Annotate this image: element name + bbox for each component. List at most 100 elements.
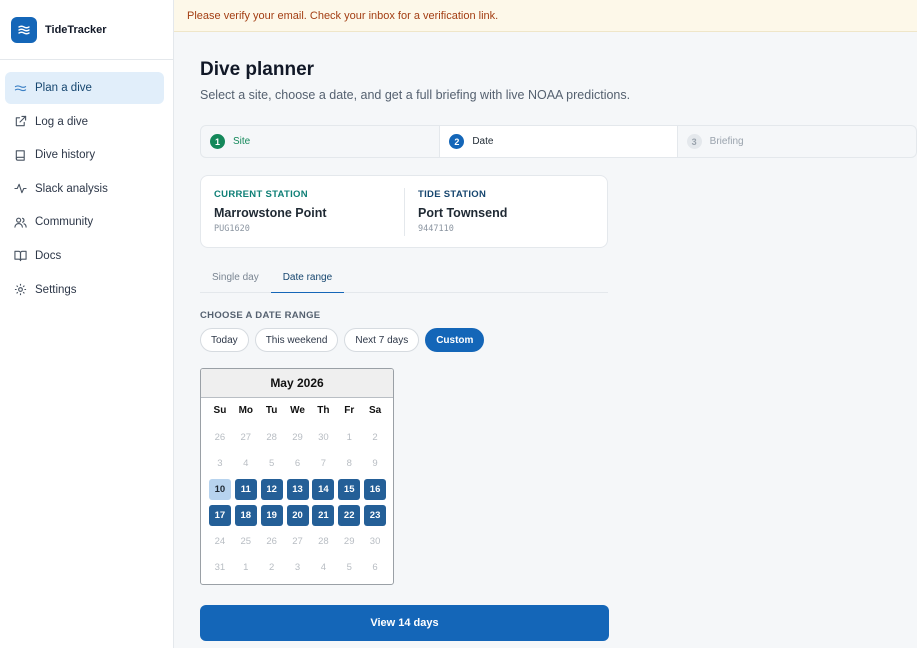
calendar-day[interactable]: 15 — [336, 476, 362, 502]
calendar-day[interactable]: 20 — [285, 502, 311, 528]
calendar-day-number: 23 — [364, 504, 387, 526]
calendar-day: 29 — [285, 424, 311, 450]
sidebar-item-label: Docs — [35, 249, 62, 262]
tab-single-day[interactable]: Single day — [200, 268, 271, 293]
step-label: Date — [472, 136, 494, 147]
calendar-day[interactable]: 18 — [233, 502, 259, 528]
calendar-day-number: 2 — [268, 561, 275, 573]
users-icon — [13, 215, 27, 229]
calendar-day-number: 5 — [268, 457, 275, 469]
weekday-label: Th — [317, 405, 330, 416]
calendar-day: 2 — [259, 554, 285, 580]
calendar-day: 25 — [233, 528, 259, 554]
calendar-week-row: 17 18 19 20 21 22 23 — [207, 502, 388, 528]
date-mode-tabs: Single day Date range — [200, 268, 608, 293]
preset-custom-button[interactable]: Custom — [425, 328, 485, 352]
calendar-day-number: 31 — [214, 561, 226, 573]
current-station-code: PUG1620 — [214, 224, 250, 234]
page-subtitle: Select a site, choose a date, and get a … — [200, 88, 631, 102]
calendar-day[interactable]: 12 — [259, 476, 285, 502]
calendar-day[interactable]: 23 — [362, 502, 388, 528]
sidebar-item-settings[interactable]: Settings — [5, 274, 164, 306]
calendar-day: 31 — [207, 554, 233, 580]
sidebar-item-docs[interactable]: Docs — [5, 240, 164, 272]
calendar-day-number: 28 — [318, 535, 329, 547]
weekday-label: Mo — [238, 405, 254, 416]
calendar-day: 4 — [310, 554, 336, 580]
calendar-day[interactable]: 14 — [310, 476, 336, 502]
open-book-icon — [13, 249, 27, 263]
external-link-icon — [13, 115, 27, 129]
calendar-day: 5 — [259, 450, 285, 476]
calendar-day: 27 — [233, 424, 259, 450]
page-title: Dive planner — [200, 59, 315, 80]
calendar-day-number: 13 — [286, 478, 309, 500]
tide-station-name: Port Townsend — [418, 206, 508, 220]
calendar-day: 27 — [285, 528, 311, 554]
preset-this-weekend-button[interactable]: This weekend — [254, 328, 339, 352]
calendar-day[interactable]: 10 — [207, 476, 233, 502]
tide-station-code: 9447110 — [418, 224, 454, 234]
preset-next-7-days-button[interactable]: Next 7 days — [344, 328, 420, 352]
step-number: 1 — [210, 134, 225, 149]
step-date[interactable]: 2 Date — [439, 126, 678, 157]
sidebar-item-community[interactable]: Community — [5, 206, 164, 238]
calendar-day: 26 — [259, 528, 285, 554]
calendar-day[interactable]: 11 — [233, 476, 259, 502]
calendar-day-number: 6 — [294, 457, 301, 469]
sidebar-item-label: Plan a dive — [35, 82, 92, 94]
calendar-day-number: 10 — [208, 478, 231, 500]
calendar-day-number: 1 — [243, 561, 249, 573]
step-number: 3 — [686, 134, 702, 149]
preset-today-button[interactable]: Today — [200, 328, 249, 352]
calendar-day: 7 — [310, 450, 336, 476]
sidebar-nav: Plan a dive Log a dive Dive history Slac… — [0, 60, 173, 306]
calendar-day-number: 24 — [214, 535, 226, 547]
calendar-day-number: 21 — [312, 504, 335, 526]
step-site[interactable]: 1 Site — [201, 126, 439, 157]
calendar-day-number: 20 — [286, 504, 309, 526]
calendar-day[interactable]: 16 — [362, 476, 388, 502]
calendar-day: 1 — [233, 554, 259, 580]
tab-date-range[interactable]: Date range — [270, 268, 345, 293]
sidebar-item-log-a-dive[interactable]: Log a dive — [5, 106, 164, 138]
tide-station: TIDE STATION Port Townsend 9447110 — [404, 187, 607, 236]
weekday-label: Tu — [265, 405, 278, 416]
calendar-day: 30 — [310, 424, 336, 450]
calendar-day[interactable]: 21 — [310, 502, 336, 528]
sidebar: TideTracker Plan a dive Log a dive Dive … — [0, 0, 174, 648]
calendar-day-number: 3 — [217, 457, 223, 469]
calendar-day-number: 29 — [292, 431, 303, 443]
calendar-day[interactable]: 22 — [336, 502, 362, 528]
calendar-day-number: 30 — [318, 431, 329, 443]
calendar-day[interactable]: 19 — [259, 502, 285, 528]
sidebar-item-label: Log a dive — [35, 115, 89, 128]
calendar-day: 3 — [207, 450, 233, 476]
current-station: CURRENT STATION Marrowstone Point PUG162… — [201, 189, 404, 234]
activity-icon — [13, 182, 27, 196]
progress-stepper: 1 Site 2 Date 3 Briefing — [200, 125, 917, 158]
view-days-button[interactable]: View 14 days — [200, 605, 609, 641]
calendar-day: 6 — [362, 554, 388, 580]
calendar-day-number: 27 — [240, 431, 252, 443]
step-briefing: 3 Briefing — [678, 126, 916, 157]
calendar-day-number: 11 — [234, 478, 257, 500]
calendar-day[interactable]: 13 — [285, 476, 311, 502]
tide-station-label: TIDE STATION — [418, 189, 487, 200]
calendar-day-number: 26 — [214, 431, 226, 443]
sidebar-item-dive-history[interactable]: Dive history — [5, 139, 164, 171]
waves-icon — [11, 16, 37, 43]
calendar-day[interactable]: 17 — [207, 502, 233, 528]
main-content: Dive planner Select a site, choose a dat… — [200, 58, 917, 641]
brand[interactable]: TideTracker — [0, 0, 173, 60]
calendar-day: 5 — [336, 554, 362, 580]
sidebar-item-plan-a-dive[interactable]: Plan a dive — [5, 72, 164, 104]
calendar-day-number: 26 — [266, 535, 277, 547]
sidebar-item-slack-analysis[interactable]: Slack analysis — [5, 173, 164, 205]
calendar-weekday-header: Su Mo Tu We Th Fr Sa — [201, 398, 393, 420]
calendar-day-number: 12 — [260, 478, 283, 500]
weekday-label: Fr — [344, 405, 355, 416]
calendar-day-number: 4 — [243, 457, 249, 469]
calendar-day: 9 — [362, 450, 388, 476]
calendar-day-number: 25 — [240, 535, 252, 547]
